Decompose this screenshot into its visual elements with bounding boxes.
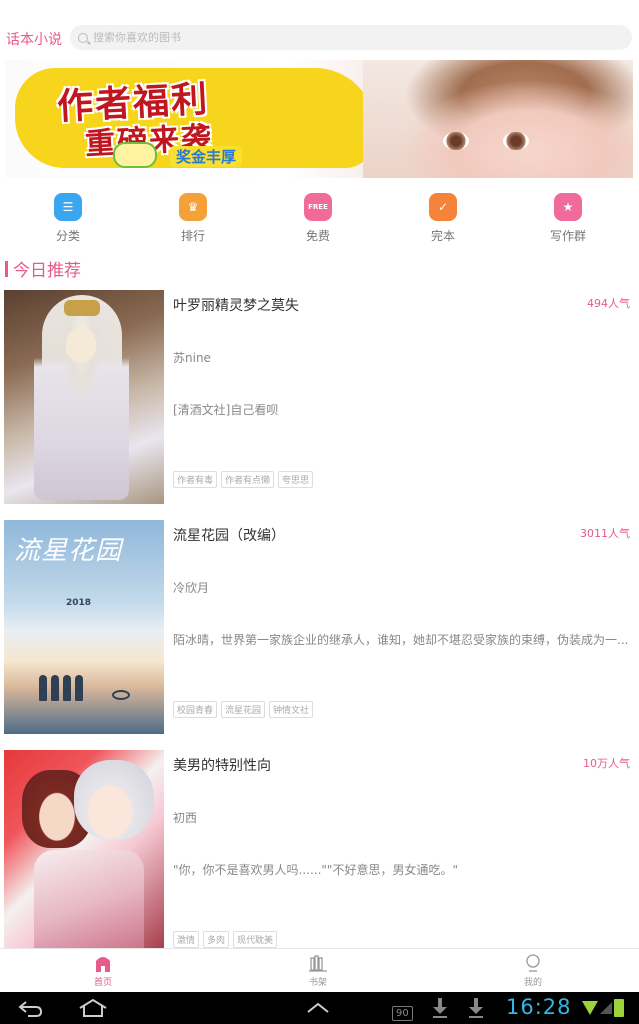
book-tag[interactable]: 多肉 [203,931,230,948]
cover-art [66,328,96,362]
nav-item-completed[interactable]: ✓ 完本 [413,190,473,244]
checklist-icon: ✓ [429,193,457,221]
cover-art [34,850,144,960]
battery-icon [614,999,624,1017]
book-tag[interactable]: 夸思思 [278,471,314,488]
home-nav-icon[interactable] [78,998,108,1023]
cover-art [39,675,83,701]
tab-profile[interactable]: 我的 [503,953,563,988]
download-icon [432,998,448,1024]
book-popularity: 494人气 [587,297,630,310]
nav-label: 排行 [180,229,205,243]
back-icon[interactable] [18,998,44,1023]
book-description: 陌冰晴，世界第一家族企业的继承人，谁知，她却不堪忍受家族的束缚，伪装成为一... [173,633,629,647]
book-cover[interactable] [4,750,164,964]
book-tag[interactable]: 作者有毒 [173,471,218,488]
bottom-tab-bar: 首页 书架 我的 [0,948,639,992]
nav-label: 写作群 [549,229,586,243]
wifi-icon [582,1001,598,1015]
book-description: "你，你不是喜欢男人吗......""不好意思，男女通吃。" [173,863,458,877]
app-title: 话本小说 [6,32,62,48]
tab-label: 书架 [308,978,327,988]
illustration-eye [443,132,469,150]
book-tag[interactable]: 激情 [173,931,200,948]
notification-badge: 90 [392,1000,413,1021]
cover-art [64,300,100,316]
book-tags: 作者有毒 作者有点懒 夸思思 [173,471,314,488]
book-cover[interactable] [4,290,164,504]
free-icon: FREE [304,193,332,221]
trophy-icon: ♛ [179,193,207,221]
download-icon [468,998,484,1024]
mascot-face-icon [113,142,157,168]
profile-icon [524,953,542,973]
book-popularity: 10万人气 [583,757,630,770]
nav-label: 分类 [55,229,80,243]
system-navigation-bar: 90 16:28 [0,992,639,1024]
book-tag[interactable]: 流星花园 [221,701,266,718]
banner-subline: 奖金丰厚 [170,146,243,167]
tab-bookshelf[interactable]: 书架 [288,953,348,988]
list-icon: ☰ [54,193,82,221]
tab-label: 首页 [93,978,112,988]
cover-art [112,690,130,700]
home-icon [94,953,112,973]
promo-banner[interactable]: 作者福利 重磅来袭 奖金丰厚 [5,60,633,178]
book-item[interactable]: 美男的特别性向 10万人气 初西 "你，你不是喜欢男人吗......""不好意思… [4,750,634,965]
section-heading: 今日推荐 [5,256,81,281]
banner-illustration [363,60,633,178]
book-title: 叶罗丽精灵梦之莫失 [173,298,299,314]
nav-item-free[interactable]: FREE 免费 [288,190,348,244]
app-screen: 话本小说 作者福利 重磅来袭 奖金丰厚 ☰ 分类 ♛ 排行 [0,0,639,1024]
category-nav: ☰ 分类 ♛ 排行 FREE 免费 ✓ 完本 ★ 写作群 [0,190,639,245]
recent-apps-icon[interactable] [305,998,331,1023]
nav-label: 免费 [305,229,330,243]
book-author: 初西 [173,811,198,825]
book-item[interactable]: 流星花园 2018 流星花园（改编） 3011人气 冷欣月 陌冰晴，世界第一家族… [4,520,634,735]
book-description: [清酒文社]自己看呗 [173,403,279,417]
nav-item-writing-group[interactable]: ★ 写作群 [538,190,598,244]
section-accent-bar [5,260,8,277]
cover-year: 2018 [66,598,92,608]
illustration-eye [503,132,529,150]
section-title: 今日推荐 [13,261,81,281]
book-tags: 激情 多肉 现代耽美 [173,931,278,948]
cover-title: 流星花园 [14,536,123,566]
book-tag[interactable]: 钟情文社 [269,701,314,718]
book-title: 流星花园（改编） [173,528,285,544]
nav-item-ranking[interactable]: ♛ 排行 [163,190,223,244]
search-input[interactable] [93,31,593,44]
tab-label: 我的 [523,978,542,988]
book-item[interactable]: 叶罗丽精灵梦之莫失 494人气 苏nine [清酒文社]自己看呗 作者有毒 作者… [4,290,634,505]
book-title: 美男的特别性向 [173,758,271,774]
book-author: 苏nine [173,351,211,365]
search-bar[interactable] [70,25,632,50]
book-tag[interactable]: 现代耽美 [233,931,278,948]
star-icon: ★ [554,193,582,221]
header: 话本小说 [0,0,639,60]
nav-label: 完本 [430,229,455,243]
book-tags: 校园青春 流星花园 钟情文社 [173,701,314,718]
cover-art [74,760,154,840]
book-tag[interactable]: 作者有点懒 [221,471,275,488]
tab-home[interactable]: 首页 [73,953,133,988]
clock: 16:28 [506,995,572,1019]
signal-icon [600,1002,612,1014]
bookshelf-icon [309,953,327,973]
nav-item-category[interactable]: ☰ 分类 [38,190,98,244]
book-author: 冷欣月 [173,581,210,595]
book-tag[interactable]: 校园青春 [173,701,218,718]
book-popularity: 3011人气 [580,527,630,540]
search-icon [78,32,88,43]
book-cover[interactable]: 流星花园 2018 [4,520,164,734]
